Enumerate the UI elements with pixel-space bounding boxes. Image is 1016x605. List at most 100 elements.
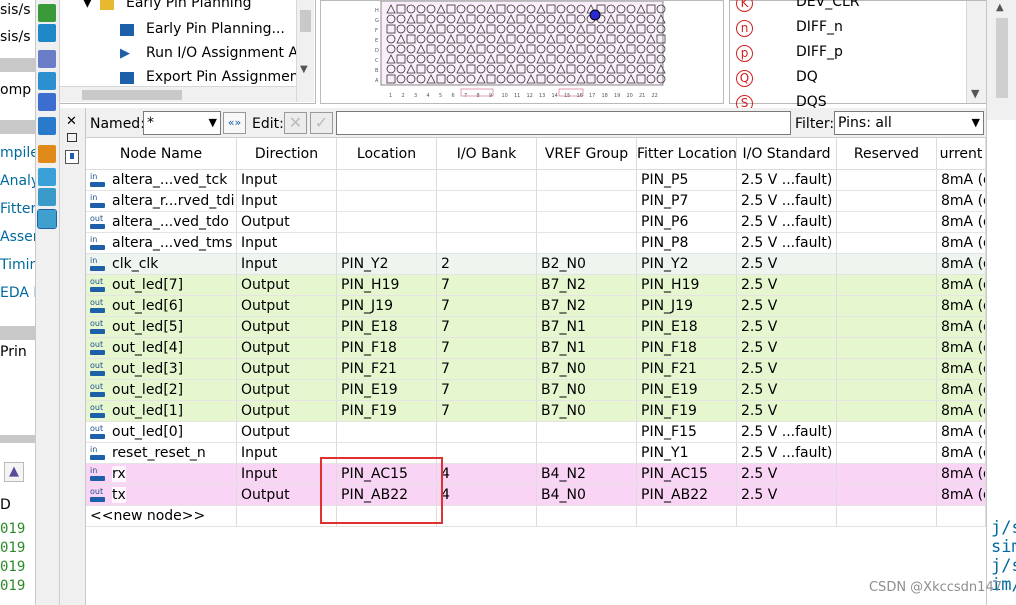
- table-cell-3[interactable]: 7: [437, 359, 537, 380]
- table-cell-8[interactable]: 8mA (d: [937, 422, 986, 443]
- table-cell-6[interactable]: 2.5 V: [737, 275, 837, 296]
- accept-edit-button[interactable]: ✓: [310, 112, 333, 134]
- table-cell-8[interactable]: 8mA (d: [937, 254, 986, 275]
- table-cell-8[interactable]: 8mA (d: [937, 317, 986, 338]
- restore-icon[interactable]: [67, 133, 77, 142]
- run-icon[interactable]: [38, 188, 56, 206]
- table-cell-3[interactable]: [437, 233, 537, 254]
- table-row[interactable]: out out_led[1] Output PIN_F19 7 B7_N0 PIN_F19 2…: [86, 401, 986, 422]
- table-cell-3[interactable]: 7: [437, 275, 537, 296]
- table-cell-3[interactable]: [437, 191, 537, 212]
- table-cell-4[interactable]: B7_N0: [537, 401, 637, 422]
- table-cell-7[interactable]: [837, 359, 937, 380]
- table-cell-4[interactable]: B4_N2: [537, 464, 637, 485]
- table-cell-8[interactable]: 8mA (d: [937, 212, 986, 233]
- table-cell-2[interactable]: PIN_E19: [337, 380, 437, 401]
- table-cell-2[interactable]: [337, 191, 437, 212]
- table-cell-2[interactable]: PIN_F18: [337, 338, 437, 359]
- table-cell-7[interactable]: [837, 380, 937, 401]
- column-header[interactable]: I/O Bank: [437, 138, 537, 170]
- table-cell-8[interactable]: 8mA (d: [937, 464, 986, 485]
- left-panel-item[interactable]: Timin: [0, 257, 35, 273]
- filter-dropdown[interactable]: Pins: all ▼: [834, 111, 984, 135]
- column-header[interactable]: Reserved: [837, 138, 937, 170]
- table-cell-8[interactable]: 8mA (d: [937, 485, 986, 506]
- table-cell-4[interactable]: [537, 170, 637, 191]
- left-panel-item[interactable]: sis/s: [0, 29, 31, 45]
- table-cell-4[interactable]: B7_N2: [537, 275, 637, 296]
- table-row[interactable]: out out_led[0] Output PIN_F15 2.5 V ...fault…: [86, 422, 986, 443]
- table-cell-0[interactable]: out tx: [86, 485, 237, 506]
- scroll-up-icon[interactable]: ▲: [996, 2, 1004, 13]
- table-cell-0[interactable]: in reset_reset_n: [86, 443, 237, 464]
- refresh-icon[interactable]: [38, 145, 56, 163]
- table-cell-0[interactable]: out out_led[6]: [86, 296, 237, 317]
- table-cell-4[interactable]: B4_N0: [537, 485, 637, 506]
- named-dropdown[interactable]: * ▼: [143, 111, 221, 135]
- scroll-thumb[interactable]: [996, 18, 1008, 98]
- table-cell-0[interactable]: in altera_r...rved_tdi: [86, 191, 237, 212]
- table-cell-0[interactable]: out out_led[0]: [86, 422, 237, 443]
- close-icon[interactable]: ✕: [66, 114, 77, 129]
- table-cell-3[interactable]: 4: [437, 485, 537, 506]
- table-cell-0[interactable]: out out_led[2]: [86, 380, 237, 401]
- table-cell-2[interactable]: [337, 233, 437, 254]
- table-cell-7[interactable]: [837, 170, 937, 191]
- table-cell-4[interactable]: [537, 233, 637, 254]
- left-panel-item[interactable]: omp: [0, 82, 31, 98]
- table-cell-8[interactable]: 8mA (d: [937, 443, 986, 464]
- table-cell-8[interactable]: 8mA (d: [937, 275, 986, 296]
- tree-item-2[interactable]: Run I/O Assignment A: [146, 45, 296, 61]
- wildcard-browse-button[interactable]: «»: [223, 112, 246, 134]
- table-cell-6[interactable]: 2.5 V ...fault): [737, 191, 837, 212]
- table-cell-7[interactable]: [837, 401, 937, 422]
- table-cell-4[interactable]: B7_N0: [537, 380, 637, 401]
- table-cell-3[interactable]: [437, 506, 537, 527]
- table-cell-0[interactable]: out out_led[4]: [86, 338, 237, 359]
- table-cell-7[interactable]: [837, 506, 937, 527]
- table-cell-2[interactable]: PIN_F19: [337, 401, 437, 422]
- cancel-edit-button[interactable]: ✕: [284, 112, 307, 134]
- table-cell-7[interactable]: [837, 485, 937, 506]
- table-cell-7[interactable]: [837, 275, 937, 296]
- table-cell-3[interactable]: 2: [437, 254, 537, 275]
- table-cell-3[interactable]: [437, 170, 537, 191]
- table-cell-0[interactable]: <<new node>>: [86, 506, 237, 527]
- scroll-down-icon[interactable]: ▼: [971, 87, 979, 100]
- table-cell-7[interactable]: [837, 233, 937, 254]
- tree-hscroll-thumb[interactable]: [82, 90, 182, 100]
- edit-input[interactable]: [336, 111, 791, 135]
- column-header[interactable]: I/O Standard: [737, 138, 837, 170]
- table-row[interactable]: in rx Input PIN_AC15 4 B4_N2 PIN_AC15 2.5 V 8mA …: [86, 464, 986, 485]
- table-cell-6[interactable]: 2.5 V ...fault): [737, 443, 837, 464]
- new-node-row[interactable]: <<new node>>: [86, 506, 986, 527]
- column-header[interactable]: Fitter Location: [637, 138, 737, 170]
- table-cell-4[interactable]: B7_N2: [537, 296, 637, 317]
- scroll-down-icon[interactable]: ▼: [300, 64, 308, 75]
- table-cell-0[interactable]: out out_led[5]: [86, 317, 237, 338]
- left-panel-item[interactable]: Analy: [0, 173, 35, 189]
- table-row[interactable]: in altera_r...rved_tdi Input PIN_P7 2.5 V ..…: [86, 191, 986, 212]
- table-row[interactable]: out out_led[3] Output PIN_F21 7 B7_N0 PIN_F21 2…: [86, 359, 986, 380]
- table-cell-6[interactable]: 2.5 V ...fault): [737, 212, 837, 233]
- table-row[interactable]: out out_led[7] Output PIN_H19 7 B7_N2 PIN_H19 2…: [86, 275, 986, 296]
- table-cell-3[interactable]: [437, 422, 537, 443]
- table-cell-4[interactable]: [537, 422, 637, 443]
- table-cell-6[interactable]: 2.5 V: [737, 401, 837, 422]
- table-cell-2[interactable]: PIN_F21: [337, 359, 437, 380]
- table-cell-2[interactable]: PIN_E18: [337, 317, 437, 338]
- table-cell-8[interactable]: 8mA (d: [937, 359, 986, 380]
- table-cell-6[interactable]: 2.5 V: [737, 380, 837, 401]
- table-cell-2[interactable]: [337, 212, 437, 233]
- table-cell-0[interactable]: out out_led[7]: [86, 275, 237, 296]
- table-cell-7[interactable]: [837, 338, 937, 359]
- pin-icon[interactable]: [65, 150, 79, 164]
- table-cell-3[interactable]: 4: [437, 464, 537, 485]
- table-cell-6[interactable]: 2.5 V: [737, 485, 837, 506]
- table-cell-7[interactable]: [837, 443, 937, 464]
- table-cell-0[interactable]: in clk_clk: [86, 254, 237, 275]
- chevron-down-icon[interactable]: ▼: [209, 112, 217, 134]
- table-cell-8[interactable]: 8mA (d: [937, 170, 986, 191]
- left-panel-item[interactable]: Assem: [0, 229, 35, 245]
- tree-scroll-thumb[interactable]: [300, 10, 311, 32]
